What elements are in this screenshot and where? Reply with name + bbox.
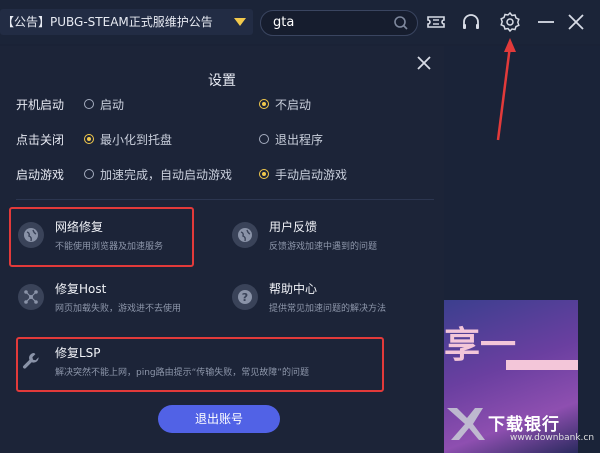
tool-fix-host[interactable]: 修复Host 网页加载失败，游戏进不去使用 — [18, 280, 218, 320]
search-input[interactable]: gta — [260, 10, 418, 36]
radio-label: 加速完成，自动启动游戏 — [100, 167, 233, 182]
radio-startup-off[interactable]: 不启动 — [259, 96, 311, 112]
highlight-network-repair — [9, 207, 194, 267]
dialog-title: 设置 — [208, 73, 236, 89]
minimize-icon[interactable] — [535, 11, 557, 33]
watermark-url: www.downbank.cn — [510, 433, 595, 443]
tool-name: 帮助中心 — [269, 282, 318, 296]
announcement-banner[interactable]: 【公告】PUBG-STEAM正式服维护公告 — [0, 9, 253, 35]
radio-label: 手动启动游戏 — [275, 167, 348, 182]
headset-icon[interactable] — [460, 11, 482, 33]
tool-name: 用户反馈 — [269, 220, 318, 234]
radio-dot-selected[interactable] — [259, 99, 269, 109]
radio-minimize-tray[interactable]: 最小化到托盘 — [84, 131, 172, 147]
setting-row-close: 点击关闭 最小化到托盘 退出程序 — [0, 129, 444, 149]
watermark-text: 下载银行 — [488, 415, 560, 435]
radio-dot[interactable] — [259, 134, 269, 144]
tool-help-center[interactable]: ? 帮助中心 提供常见加速问题的解决方法 — [232, 280, 422, 320]
radio-dot-selected[interactable] — [84, 134, 94, 144]
tool-desc: 反馈游戏加速中遇到的问题 — [269, 242, 378, 252]
radio-manual-launch[interactable]: 手动启动游戏 — [259, 166, 347, 182]
radio-dot-selected[interactable] — [259, 169, 269, 179]
search-value[interactable]: gta — [273, 15, 294, 30]
question-icon: ? — [232, 284, 258, 310]
radio-label: 不启动 — [275, 97, 312, 112]
gear-icon[interactable] — [499, 11, 521, 33]
announcement-text: 【公告】PUBG-STEAM正式服维护公告 — [2, 15, 213, 29]
annotation-arrow-icon — [496, 38, 516, 141]
highlight-fix-lsp — [16, 337, 384, 392]
tool-name: 修复Host — [55, 282, 107, 296]
radio-dot[interactable] — [84, 99, 94, 109]
setting-label: 启动游戏 — [16, 168, 65, 182]
setting-label: 开机启动 — [16, 98, 65, 112]
close-icon[interactable] — [565, 11, 587, 33]
watermark-logo-icon — [447, 408, 485, 440]
search-icon[interactable] — [393, 15, 409, 31]
radio-auto-launch[interactable]: 加速完成，自动启动游戏 — [84, 166, 232, 182]
tool-desc: 提供常见加速问题的解决方法 — [269, 304, 387, 314]
radio-startup-on[interactable]: 启动 — [84, 96, 124, 112]
dropdown-arrow-icon[interactable] — [234, 18, 246, 26]
tool-user-feedback[interactable]: 用户反馈 反馈游戏加速中遇到的问题 — [232, 218, 422, 258]
svg-text:?: ? — [242, 291, 248, 304]
promo-art-bar — [506, 360, 578, 370]
divider — [16, 199, 434, 200]
network-icon — [18, 284, 44, 310]
setting-label: 点击关闭 — [16, 133, 65, 147]
radio-label: 启动 — [100, 97, 125, 112]
tool-desc: 网页加载失败，游戏进不去使用 — [55, 304, 182, 314]
ticket-icon[interactable] — [425, 11, 447, 33]
dialog-close-icon[interactable] — [415, 54, 433, 72]
globe-icon — [232, 222, 258, 248]
logout-button[interactable]: 退出账号 — [158, 405, 280, 433]
radio-dot[interactable] — [84, 169, 94, 179]
radio-label: 退出程序 — [275, 132, 324, 147]
radio-label: 最小化到托盘 — [100, 132, 173, 147]
setting-row-startup: 开机启动 启动 不启动 — [0, 94, 444, 114]
radio-exit-program[interactable]: 退出程序 — [259, 131, 323, 147]
setting-row-launch-game: 启动游戏 加速完成，自动启动游戏 手动启动游戏 — [0, 164, 444, 184]
